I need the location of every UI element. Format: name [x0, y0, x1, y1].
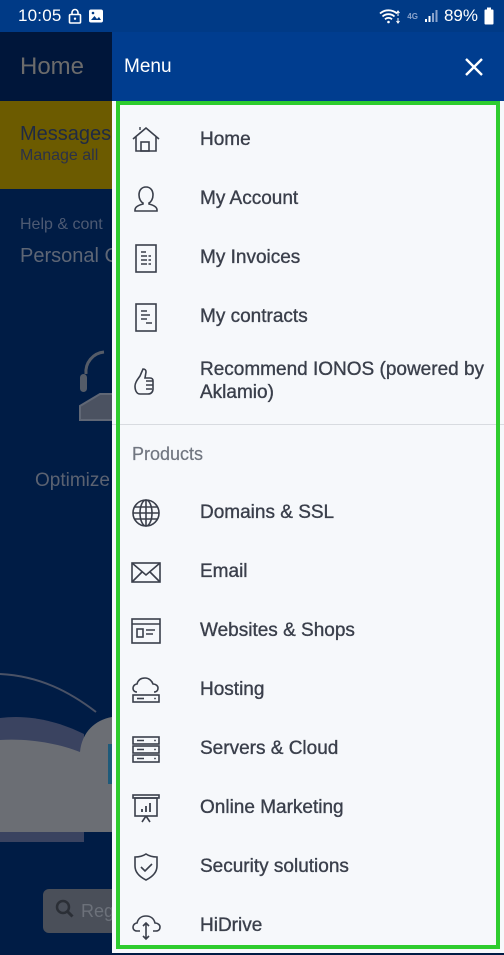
- cloud-server-icon: [130, 674, 162, 706]
- background-app: Home Messages Manage all Help & cont Per…: [0, 32, 112, 953]
- thumbs-up-icon: [130, 365, 162, 397]
- bg-search-field[interactable]: Reg: [43, 889, 112, 933]
- bg-help-label: Help & cont: [20, 216, 103, 233]
- menu-item-label: My contracts: [200, 306, 308, 327]
- menu-item-label: Email: [200, 561, 248, 582]
- menu-item-websites-shops[interactable]: Websites & Shops: [112, 601, 504, 660]
- menu-item-security-solutions[interactable]: Security solutions: [112, 837, 504, 896]
- menu-item-my-contracts[interactable]: My contracts: [112, 287, 504, 346]
- bg-messages-title: Messages: [20, 123, 112, 145]
- menu-item-servers-cloud[interactable]: Servers & Cloud: [112, 719, 504, 778]
- menu-item-label: Servers & Cloud: [200, 738, 339, 759]
- menu-item-label: My Account: [200, 188, 299, 209]
- menu-item-domains-ssl[interactable]: Domains & SSL: [112, 483, 504, 542]
- close-icon: [465, 57, 483, 76]
- bg-messages-subtitle: Manage all: [20, 147, 99, 164]
- drawer-title: Menu: [124, 55, 172, 77]
- menu-item-my-account[interactable]: My Account: [112, 169, 504, 228]
- status-bar: 10:05 4G 89%: [0, 0, 504, 32]
- bg-messages-banner[interactable]: Messages Manage all: [0, 101, 112, 189]
- status-right: 4G 89%: [379, 6, 494, 26]
- globe-icon: [130, 497, 162, 529]
- menu-item-label: Recommend IONOS (powered by Aklamio): [200, 359, 485, 403]
- shield-check-icon: [130, 851, 162, 883]
- wifi-icon: [379, 8, 401, 24]
- battery-icon: [484, 7, 494, 25]
- contract-icon: [130, 301, 162, 333]
- menu-item-online-marketing[interactable]: Online Marketing: [112, 778, 504, 837]
- menu-item-hosting[interactable]: Hosting: [112, 660, 504, 719]
- menu-item-label: Security solutions: [200, 856, 349, 877]
- cloud-illustration: [0, 662, 112, 847]
- cloud-sync-icon: [130, 910, 162, 942]
- presentation-chart-icon: [130, 792, 162, 824]
- menu-item-label: Domains & SSL: [200, 502, 335, 523]
- menu-item-home[interactable]: Home: [112, 110, 504, 169]
- signal-icon: [424, 9, 438, 23]
- menu-item-label: Websites & Shops: [200, 620, 355, 641]
- bg-header: Home: [0, 32, 112, 101]
- menu-item-label: HiDrive: [200, 915, 263, 936]
- menu-item-label: Hosting: [200, 679, 265, 700]
- menu-item-label: My Invoices: [200, 247, 301, 268]
- menu-item-hidrive[interactable]: HiDrive: [112, 896, 504, 955]
- menu-item-label: Home: [200, 129, 251, 150]
- invoice-icon: [130, 242, 162, 274]
- status-left: 10:05: [18, 6, 104, 26]
- lock-icon: [68, 8, 82, 24]
- website-icon: [130, 615, 162, 647]
- search-icon: [55, 899, 75, 924]
- bg-optimize-text: Optimize: [35, 470, 110, 491]
- menu-item-my-invoices[interactable]: My Invoices: [112, 228, 504, 287]
- battery-percent: 89%: [443, 6, 478, 25]
- navigation-drawer: Menu Home My Account My Invoices My cont…: [112, 32, 504, 953]
- user-icon: [130, 183, 162, 215]
- close-button[interactable]: [460, 53, 488, 81]
- bg-header-title: Home: [20, 52, 85, 80]
- bg-search-placeholder: Reg: [81, 900, 112, 921]
- menu-list: Home My Account My Invoices My contracts: [112, 101, 504, 955]
- status-time: 10:05: [18, 6, 62, 25]
- image-icon: [88, 8, 104, 24]
- envelope-icon: [130, 556, 162, 588]
- bg-help-section: Help & cont Personal C: [0, 189, 112, 268]
- drawer-header: Menu: [112, 32, 504, 101]
- menu-item-label: Online Marketing: [200, 797, 344, 818]
- home-icon: [130, 124, 162, 156]
- support-agent-icon: [78, 322, 112, 427]
- menu-item-recommend[interactable]: Recommend IONOS (powered by Aklamio): [112, 346, 504, 416]
- bg-help-title: Personal C: [20, 245, 112, 267]
- server-stack-icon: [130, 733, 162, 765]
- network-4g-icon: 4G: [407, 11, 418, 21]
- menu-item-email[interactable]: Email: [112, 542, 504, 601]
- products-section-title: Products: [132, 444, 204, 464]
